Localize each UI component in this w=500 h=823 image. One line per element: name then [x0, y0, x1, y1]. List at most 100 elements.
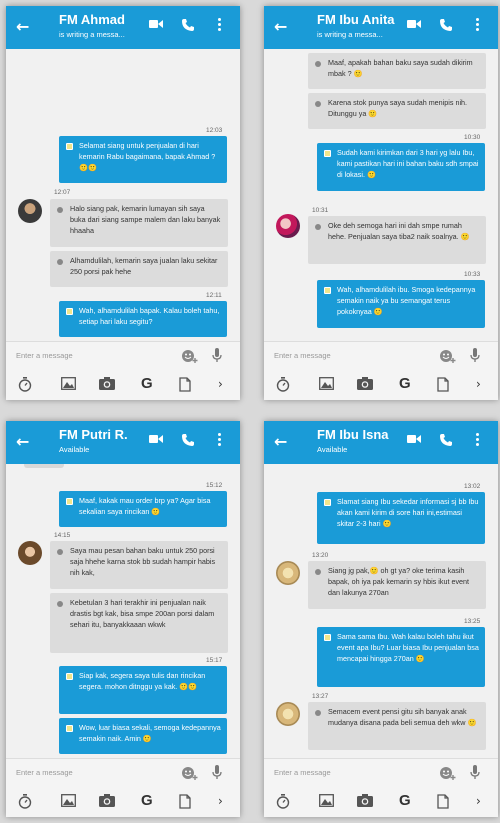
microphone-icon[interactable]: [212, 765, 222, 780]
video-call-icon[interactable]: [149, 19, 163, 29]
video-call-icon[interactable]: [407, 19, 421, 29]
message-status-icon: [57, 549, 63, 555]
image-gallery-icon[interactable]: [319, 377, 334, 390]
giphy-g-icon[interactable]: G: [141, 375, 153, 392]
camera-icon[interactable]: [99, 794, 115, 807]
message-input[interactable]: Enter a message: [6, 341, 240, 369]
message-bubble-outgoing[interactable]: Slamat siang Ibu sekedar informasi sj bb…: [317, 492, 485, 544]
message-input-placeholder: Enter a message: [274, 351, 331, 360]
message-bubble-outgoing[interactable]: Wah, alhamdulilah bapak. Kalau boleh tah…: [59, 301, 227, 337]
camera-icon[interactable]: [99, 377, 115, 390]
message-list: Maaf, apakah bahan baku saya sudah dikir…: [264, 49, 498, 339]
emoji-add-icon[interactable]: [182, 766, 198, 780]
document-icon[interactable]: [179, 377, 191, 392]
message-bubble-outgoing[interactable]: Siap kak, segera saya tulis dan rincikan…: [59, 666, 227, 714]
emoji-add-icon[interactable]: [440, 766, 456, 780]
message-bubble-incoming[interactable]: Maaf, apakah bahan baku saya sudah dikir…: [308, 53, 486, 89]
message-bubble-incoming[interactable]: Alhamdulilah, kemarin saya jualan laku s…: [50, 251, 228, 287]
message-input[interactable]: Enter a message: [6, 758, 240, 786]
attachment-toolbar: G ›: [264, 369, 498, 400]
chevron-right-icon[interactable]: ›: [218, 794, 223, 808]
chevron-right-icon[interactable]: ›: [476, 377, 481, 391]
contact-name: FM Ibu Anita: [317, 12, 395, 27]
image-gallery-icon[interactable]: [319, 794, 334, 807]
timer-icon[interactable]: [276, 377, 290, 392]
avatar[interactable]: [276, 702, 300, 726]
message-bubble-outgoing[interactable]: Wow, luar biasa sekali, semoga kedepanny…: [59, 718, 227, 754]
message-text: Siang jg pak,🙂 oh gt ya? oke terima kasi…: [328, 566, 470, 597]
video-call-icon[interactable]: [149, 434, 163, 444]
camera-icon[interactable]: [357, 794, 373, 807]
contact-name: FM Putri R.: [59, 427, 128, 442]
avatar[interactable]: [276, 561, 300, 585]
message-bubble-outgoing[interactable]: Sudah kami kirimkan dari 3 hari yg lalu …: [317, 143, 485, 191]
message-text: Selamat siang untuk penjualan di hari ke…: [79, 141, 216, 172]
chat-header: ← FM Ibu Isna Available: [264, 421, 498, 464]
message-text: Alhamdulilah, kemarin saya jualan laku s…: [70, 256, 218, 276]
message-status-icon: [315, 101, 321, 107]
microphone-icon[interactable]: [470, 348, 480, 363]
back-button[interactable]: ←: [16, 432, 29, 451]
message-bubble-incoming[interactable]: Karena stok punya saya sudah menipis nih…: [308, 93, 486, 129]
timer-icon[interactable]: [18, 794, 32, 809]
emoji-add-icon[interactable]: [182, 349, 198, 363]
message-time: 10:33: [464, 271, 481, 278]
message-bubble-outgoing[interactable]: Wah, alhamdulilah ibu. Smoga kedepannya …: [317, 280, 485, 328]
timer-icon[interactable]: [276, 794, 290, 809]
phone-call-icon[interactable]: [440, 19, 452, 31]
emoji-add-icon[interactable]: [440, 349, 456, 363]
message-text: Maaf, kakak mau order brp ya? Agar bisa …: [79, 496, 211, 516]
phone-call-icon[interactable]: [440, 434, 452, 446]
message-bubble-incoming[interactable]: Semacem event pensi gitu sih banyak anak…: [308, 702, 486, 750]
message-text: Slamat siang Ibu sekedar informasi sj bb…: [337, 497, 479, 528]
message-status-icon: [315, 569, 321, 575]
back-button[interactable]: ←: [16, 17, 29, 36]
image-gallery-icon[interactable]: [61, 794, 76, 807]
message-input[interactable]: Enter a message: [264, 341, 498, 369]
message-time: 12:11: [206, 292, 222, 299]
message-status-icon: [66, 725, 73, 732]
avatar[interactable]: [18, 199, 42, 223]
message-input[interactable]: Enter a message: [264, 758, 498, 786]
back-button[interactable]: ←: [274, 432, 287, 451]
more-menu-icon[interactable]: [474, 433, 480, 451]
microphone-icon[interactable]: [470, 765, 480, 780]
message-status-icon: [324, 150, 331, 157]
message-text: Sudah kami kirimkan dari 3 hari yg lalu …: [337, 148, 479, 179]
chevron-right-icon[interactable]: ›: [476, 794, 481, 808]
attachment-toolbar: G ›: [6, 369, 240, 400]
phone-call-icon[interactable]: [182, 19, 194, 31]
giphy-g-icon[interactable]: G: [141, 792, 153, 809]
camera-icon[interactable]: [357, 377, 373, 390]
contact-status: is writing a messa...: [317, 30, 383, 39]
message-bubble-incoming[interactable]: Kebetulan 3 hari terakhir ini penjualan …: [50, 593, 228, 653]
video-call-icon[interactable]: [407, 434, 421, 444]
message-bubble-outgoing[interactable]: Selamat siang untuk penjualan di hari ke…: [59, 136, 227, 183]
phone-call-icon[interactable]: [182, 434, 194, 446]
document-icon[interactable]: [179, 794, 191, 809]
microphone-icon[interactable]: [212, 348, 222, 363]
avatar[interactable]: [18, 541, 42, 565]
message-bubble-outgoing[interactable]: Sama sama Ibu. Wah kalau boleh tahu ikut…: [317, 627, 485, 687]
message-status-icon: [57, 259, 63, 265]
more-menu-icon[interactable]: [474, 18, 480, 36]
message-bubble-incoming[interactable]: Oke deh semoga hari ini dah smpe rumah h…: [308, 216, 486, 264]
avatar[interactable]: [276, 214, 300, 238]
timer-icon[interactable]: [18, 377, 32, 392]
previous-message-edge: [24, 464, 64, 468]
message-bubble-incoming[interactable]: Siang jg pak,🙂 oh gt ya? oke terima kasi…: [308, 561, 486, 609]
message-status-icon: [324, 287, 331, 294]
document-icon[interactable]: [437, 377, 449, 392]
giphy-g-icon[interactable]: G: [399, 375, 411, 392]
chevron-right-icon[interactable]: ›: [218, 377, 223, 391]
message-status-icon: [66, 143, 73, 150]
message-bubble-incoming[interactable]: Halo siang pak, kemarin lumayan sih saya…: [50, 199, 228, 247]
message-bubble-incoming[interactable]: Saya mau pesan bahan baku untuk 250 pors…: [50, 541, 228, 589]
message-bubble-outgoing[interactable]: Maaf, kakak mau order brp ya? Agar bisa …: [59, 491, 227, 527]
giphy-g-icon[interactable]: G: [399, 792, 411, 809]
image-gallery-icon[interactable]: [61, 377, 76, 390]
document-icon[interactable]: [437, 794, 449, 809]
more-menu-icon[interactable]: [216, 18, 222, 36]
more-menu-icon[interactable]: [216, 433, 222, 451]
back-button[interactable]: ←: [274, 17, 287, 36]
